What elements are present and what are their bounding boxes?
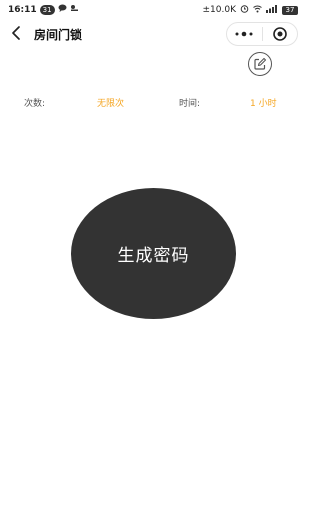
back-icon <box>12 26 20 40</box>
back-button[interactable] <box>8 24 26 42</box>
signal-icon <box>266 4 278 16</box>
time-value: 1 小时 <box>250 99 277 109</box>
notification-badge: 31 <box>39 4 55 15</box>
wifi-icon <box>253 5 262 16</box>
mini-program-capsule <box>226 22 298 46</box>
generate-password-button[interactable]: 生成密码 <box>71 188 236 319</box>
page-title: 房间门锁 <box>34 28 83 42</box>
status-bar: 16:11 31 ±10.0K 37 <box>0 0 306 20</box>
battery-icon: 37 <box>282 5 298 15</box>
alarm-icon <box>240 4 249 16</box>
status-right: ±10.0K 37 <box>202 4 298 16</box>
time-label: 时间: <box>179 99 201 109</box>
target-close-icon <box>272 27 287 41</box>
notification-icon <box>70 4 79 15</box>
more-button[interactable] <box>227 23 262 45</box>
status-time: 16:11 <box>8 4 37 15</box>
network-speed: ±10.0K <box>202 5 237 15</box>
nav-bar: 房间门锁 <box>0 20 306 48</box>
count-value: 无限次 <box>97 99 125 109</box>
info-row: 次数: 无限次 时间: 1 小时 <box>0 96 306 112</box>
chat-icon <box>58 4 67 15</box>
edit-button[interactable] <box>248 52 272 76</box>
status-left: 16:11 31 <box>8 4 79 15</box>
edit-icon <box>254 57 267 70</box>
close-button[interactable] <box>263 23 298 45</box>
count-label: 次数: <box>24 99 46 109</box>
generate-password-label: 生成密码 <box>117 246 190 266</box>
more-dots-icon <box>235 31 253 37</box>
